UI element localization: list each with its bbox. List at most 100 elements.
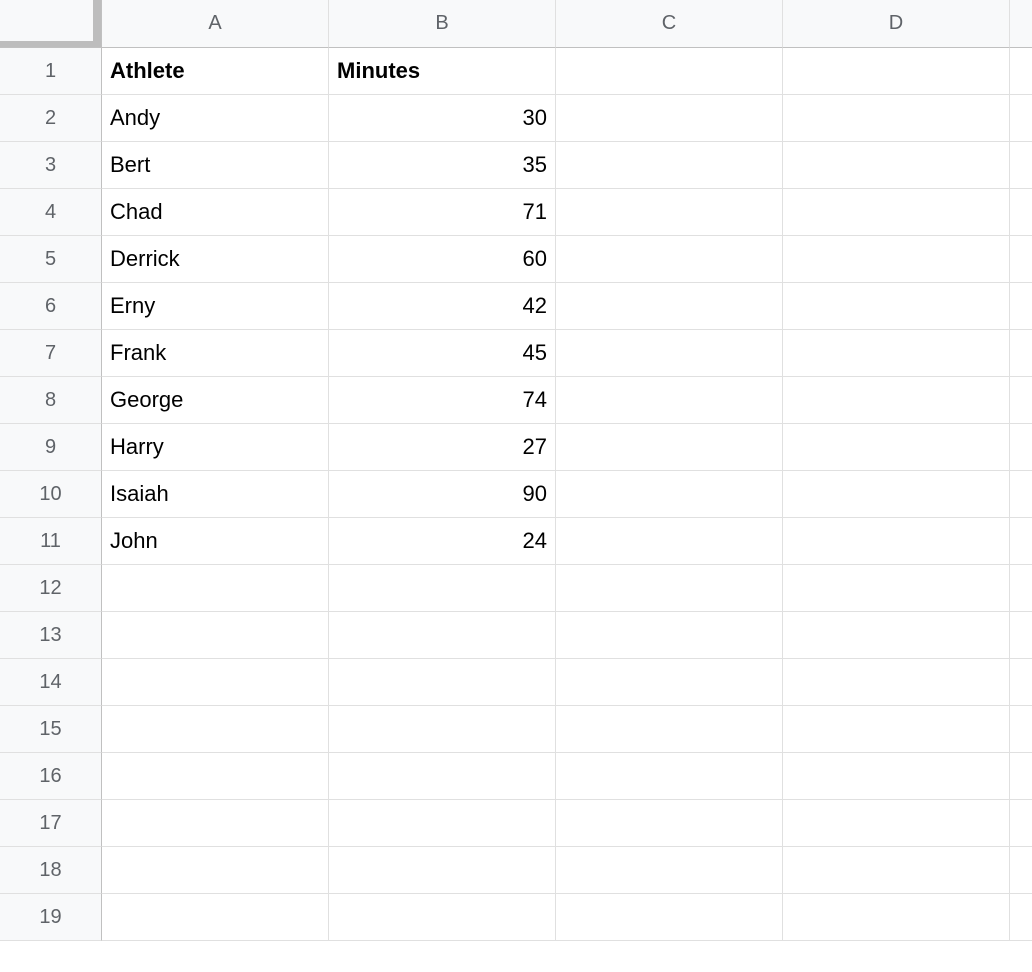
row-header-14[interactable]: 14 xyxy=(0,659,102,706)
row-header-15[interactable]: 15 xyxy=(0,706,102,753)
cell-d16[interactable] xyxy=(783,753,1010,800)
cell-c13[interactable] xyxy=(556,612,783,659)
cell-b8[interactable]: 74 xyxy=(329,377,556,424)
cell-c1[interactable] xyxy=(556,48,783,95)
cell-b5[interactable]: 60 xyxy=(329,236,556,283)
cell-d3[interactable] xyxy=(783,142,1010,189)
cell-b1[interactable]: Minutes xyxy=(329,48,556,95)
row-header-6[interactable]: 6 xyxy=(0,283,102,330)
cell-c9[interactable] xyxy=(556,424,783,471)
cell-a13[interactable] xyxy=(102,612,329,659)
cell-a5[interactable]: Derrick xyxy=(102,236,329,283)
row-header-1[interactable]: 1 xyxy=(0,48,102,95)
row-header-11[interactable]: 11 xyxy=(0,518,102,565)
cell-b6[interactable]: 42 xyxy=(329,283,556,330)
cell-a4[interactable]: Chad xyxy=(102,189,329,236)
col-header-d[interactable]: D xyxy=(783,0,1010,48)
cell-a7[interactable]: Frank xyxy=(102,330,329,377)
cell-c11[interactable] xyxy=(556,518,783,565)
cell-d19[interactable] xyxy=(783,894,1010,941)
cell-c18[interactable] xyxy=(556,847,783,894)
cell-a18[interactable] xyxy=(102,847,329,894)
cell-d2[interactable] xyxy=(783,95,1010,142)
cell-a3[interactable]: Bert xyxy=(102,142,329,189)
cell-a16[interactable] xyxy=(102,753,329,800)
cell-b16[interactable] xyxy=(329,753,556,800)
cell-c5[interactable] xyxy=(556,236,783,283)
cell-b12[interactable] xyxy=(329,565,556,612)
row-header-7[interactable]: 7 xyxy=(0,330,102,377)
cell-c10[interactable] xyxy=(556,471,783,518)
cell-b4[interactable]: 71 xyxy=(329,189,556,236)
cell-a2[interactable]: Andy xyxy=(102,95,329,142)
cell-b9[interactable]: 27 xyxy=(329,424,556,471)
cell-c7[interactable] xyxy=(556,330,783,377)
cell-d7[interactable] xyxy=(783,330,1010,377)
cell-d15[interactable] xyxy=(783,706,1010,753)
row-header-8[interactable]: 8 xyxy=(0,377,102,424)
cell-a19[interactable] xyxy=(102,894,329,941)
cell-d10[interactable] xyxy=(783,471,1010,518)
cell-b17[interactable] xyxy=(329,800,556,847)
row-header-17[interactable]: 17 xyxy=(0,800,102,847)
row-header-2[interactable]: 2 xyxy=(0,95,102,142)
cell-d1[interactable] xyxy=(783,48,1010,95)
row-header-5[interactable]: 5 xyxy=(0,236,102,283)
cell-c4[interactable] xyxy=(556,189,783,236)
select-all-corner[interactable] xyxy=(0,0,102,48)
cell-a10[interactable]: Isaiah xyxy=(102,471,329,518)
cell-d4[interactable] xyxy=(783,189,1010,236)
cell-b15[interactable] xyxy=(329,706,556,753)
cell-b10[interactable]: 90 xyxy=(329,471,556,518)
col-header-c[interactable]: C xyxy=(556,0,783,48)
cell-d17[interactable] xyxy=(783,800,1010,847)
cell-b11[interactable]: 24 xyxy=(329,518,556,565)
cell-a12[interactable] xyxy=(102,565,329,612)
cell-a11[interactable]: John xyxy=(102,518,329,565)
cell-b18[interactable] xyxy=(329,847,556,894)
cell-c14[interactable] xyxy=(556,659,783,706)
cell-d8[interactable] xyxy=(783,377,1010,424)
col-header-b[interactable]: B xyxy=(329,0,556,48)
cell-a9[interactable]: Harry xyxy=(102,424,329,471)
cell-c16[interactable] xyxy=(556,753,783,800)
cell-c2[interactable] xyxy=(556,95,783,142)
row-header-3[interactable]: 3 xyxy=(0,142,102,189)
cell-c17[interactable] xyxy=(556,800,783,847)
row-header-9[interactable]: 9 xyxy=(0,424,102,471)
cell-b19[interactable] xyxy=(329,894,556,941)
cell-d18[interactable] xyxy=(783,847,1010,894)
cell-b2[interactable]: 30 xyxy=(329,95,556,142)
cell-d6[interactable] xyxy=(783,283,1010,330)
cell-b14[interactable] xyxy=(329,659,556,706)
cell-b7[interactable]: 45 xyxy=(329,330,556,377)
cell-a17[interactable] xyxy=(102,800,329,847)
cell-d13[interactable] xyxy=(783,612,1010,659)
row-header-12[interactable]: 12 xyxy=(0,565,102,612)
row-header-13[interactable]: 13 xyxy=(0,612,102,659)
cell-c15[interactable] xyxy=(556,706,783,753)
row-header-19[interactable]: 19 xyxy=(0,894,102,941)
cell-b3[interactable]: 35 xyxy=(329,142,556,189)
cell-c6[interactable] xyxy=(556,283,783,330)
cell-c19[interactable] xyxy=(556,894,783,941)
row-header-10[interactable]: 10 xyxy=(0,471,102,518)
cell-c3[interactable] xyxy=(556,142,783,189)
cell-d12[interactable] xyxy=(783,565,1010,612)
cell-a15[interactable] xyxy=(102,706,329,753)
cell-b13[interactable] xyxy=(329,612,556,659)
cell-d11[interactable] xyxy=(783,518,1010,565)
cell-d5[interactable] xyxy=(783,236,1010,283)
row-header-16[interactable]: 16 xyxy=(0,753,102,800)
cell-d14[interactable] xyxy=(783,659,1010,706)
cell-a8[interactable]: George xyxy=(102,377,329,424)
cell-a1[interactable]: Athlete xyxy=(102,48,329,95)
col-header-a[interactable]: A xyxy=(102,0,329,48)
cell-a14[interactable] xyxy=(102,659,329,706)
cell-a6[interactable]: Erny xyxy=(102,283,329,330)
cell-c8[interactable] xyxy=(556,377,783,424)
cell-c12[interactable] xyxy=(556,565,783,612)
row-header-4[interactable]: 4 xyxy=(0,189,102,236)
row-header-18[interactable]: 18 xyxy=(0,847,102,894)
cell-d9[interactable] xyxy=(783,424,1010,471)
